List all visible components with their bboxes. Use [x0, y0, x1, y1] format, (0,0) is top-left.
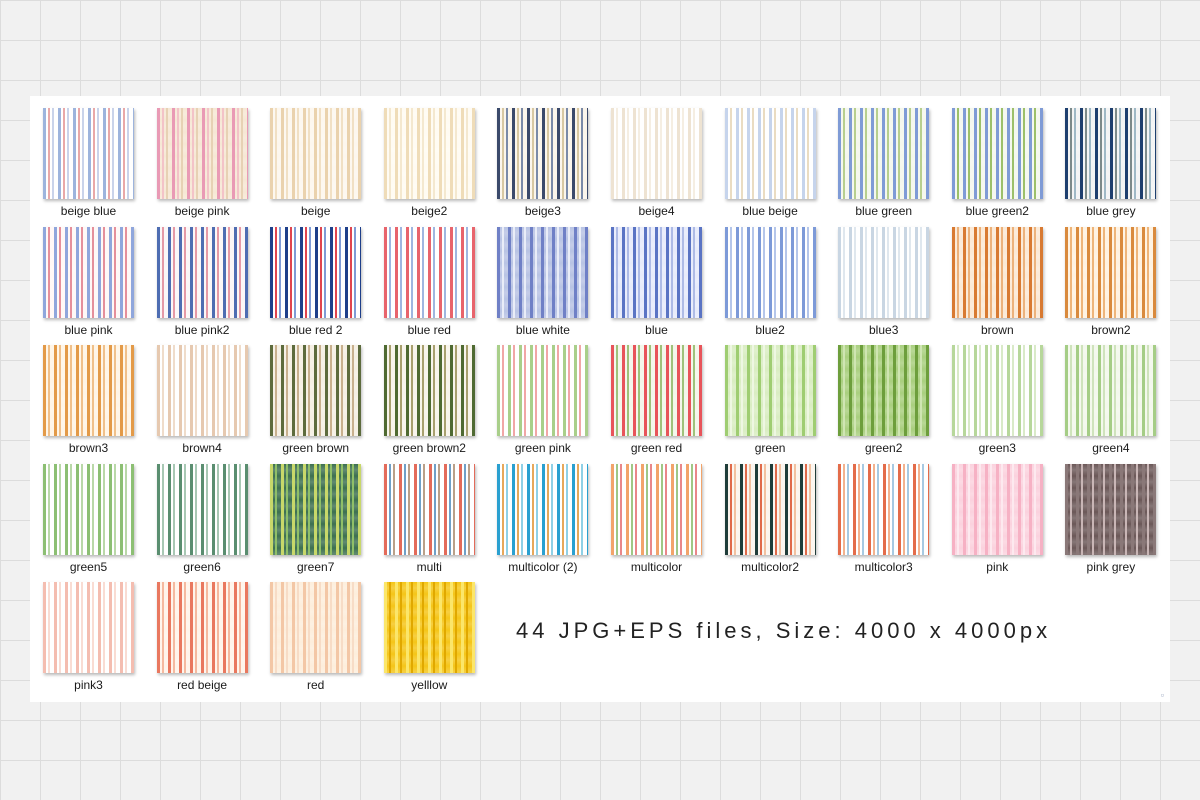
file-name-label: pink: [986, 559, 1009, 574]
file-name-label: beige pink: [174, 204, 230, 218]
file-name-label: green: [754, 441, 786, 455]
file-name-label: brown: [980, 322, 1014, 337]
pattern-thumbnail[interactable]: [724, 345, 816, 436]
pattern-thumbnail[interactable]: [1065, 108, 1157, 199]
file-name-label: blue red: [407, 322, 451, 337]
pattern-thumbnail[interactable]: [951, 463, 1043, 555]
pattern-thumbnail[interactable]: [270, 226, 362, 318]
pattern-thumbnail[interactable]: [43, 463, 134, 555]
pattern-thumbnail[interactable]: [383, 463, 475, 555]
pattern-thumbnail[interactable]: [951, 108, 1043, 199]
pattern-thumbnail[interactable]: [611, 108, 702, 199]
pattern-thumbnail[interactable]: [43, 582, 134, 673]
file-name-label: green7: [297, 559, 335, 574]
pattern-thumbnail[interactable]: [156, 345, 248, 436]
file-name-label: beige blue: [60, 204, 117, 218]
file-name-label: green5: [69, 559, 108, 574]
pattern-thumbnail[interactable]: [43, 345, 134, 436]
file-name-label: blue grey: [1086, 204, 1136, 218]
file-name-label: green brown2: [392, 441, 466, 455]
pattern-thumbnail[interactable]: [43, 108, 134, 199]
pattern-thumbnail[interactable]: [497, 108, 589, 199]
file-name-label: green brown: [282, 441, 350, 455]
file-name-label: green4: [1092, 441, 1130, 455]
file-name-label: yelllow: [411, 678, 448, 692]
file-name-label: blue white: [515, 322, 570, 337]
pattern-thumbnail[interactable]: [43, 226, 134, 318]
file-name-label: blue2: [755, 322, 785, 337]
pattern-thumbnail[interactable]: [270, 345, 362, 436]
pattern-thumbnail[interactable]: [497, 226, 589, 318]
file-name-label: blue green: [855, 204, 913, 218]
file-name-label: red beige: [177, 678, 228, 692]
file-name-label: beige2: [411, 204, 448, 218]
pattern-thumbnail[interactable]: [383, 582, 475, 673]
file-name-label: blue pink: [64, 322, 113, 337]
file-name-label: green6: [183, 559, 221, 574]
pattern-thumbnail[interactable]: [1065, 345, 1157, 436]
file-name-label: green3: [978, 441, 1016, 455]
pattern-thumbnail[interactable]: [156, 226, 248, 318]
file-name-label: green2: [865, 441, 903, 455]
pattern-thumbnail[interactable]: [270, 582, 362, 673]
file-browser-panel: 44 JPG+EPS files, Size: 4000 x 4000px ▫ …: [30, 96, 1170, 702]
file-name-label: blue pink2: [174, 322, 230, 337]
file-name-label: green pink: [514, 441, 571, 455]
pattern-thumbnail[interactable]: [383, 226, 475, 318]
pattern-thumbnail[interactable]: [497, 463, 589, 555]
file-name-label: pink grey: [1086, 559, 1136, 574]
file-name-label: brown3: [68, 441, 109, 455]
pattern-thumbnail[interactable]: [383, 345, 475, 436]
pattern-thumbnail[interactable]: [724, 226, 816, 318]
pattern-thumbnail[interactable]: [156, 463, 248, 555]
pattern-thumbnail[interactable]: [838, 108, 930, 199]
pattern-thumbnail[interactable]: [497, 345, 589, 436]
file-name-label: blue green2: [965, 204, 1029, 218]
pattern-thumbnail[interactable]: [1065, 226, 1157, 318]
pattern-thumbnail[interactable]: [270, 108, 362, 199]
pattern-thumbnail[interactable]: [951, 345, 1043, 436]
pattern-thumbnail[interactable]: [156, 108, 248, 199]
pattern-thumbnail[interactable]: [611, 226, 702, 318]
file-name-label: multi: [416, 559, 442, 574]
file-name-label: pink3: [74, 678, 103, 692]
pattern-thumbnail[interactable]: [156, 582, 248, 673]
pattern-thumbnail[interactable]: [724, 463, 816, 555]
pattern-thumbnail[interactable]: [951, 226, 1043, 318]
file-name-label: red: [307, 678, 325, 692]
file-name-label: blue3: [869, 322, 899, 337]
pattern-thumbnail[interactable]: [838, 226, 930, 318]
file-name-label: beige3: [524, 204, 561, 218]
pattern-thumbnail[interactable]: [383, 108, 475, 199]
file-name-label: beige: [301, 204, 331, 218]
file-name-label: multicolor2: [741, 559, 800, 574]
pattern-thumbnail[interactable]: [270, 463, 362, 555]
pattern-thumbnail[interactable]: [838, 345, 930, 436]
pattern-thumbnail[interactable]: [838, 463, 930, 555]
file-name-label: multicolor (2): [508, 559, 578, 574]
file-name-label: beige4: [638, 204, 675, 218]
file-name-label: blue red 2: [289, 322, 343, 337]
pattern-thumbnail[interactable]: [724, 108, 816, 199]
file-name-label: blue: [645, 322, 668, 337]
file-name-label: brown2: [1091, 322, 1131, 337]
pattern-thumbnail[interactable]: [1065, 463, 1157, 555]
pattern-thumbnail[interactable]: [611, 463, 702, 555]
file-name-label: green red: [630, 441, 683, 455]
file-name-label: multicolor3: [854, 559, 913, 574]
pattern-thumbnail[interactable]: [611, 345, 702, 436]
file-name-label: brown4: [182, 441, 222, 455]
file-name-label: blue beige: [742, 204, 798, 218]
resize-corner-icon: ▫: [1160, 690, 1164, 700]
file-name-label: multicolor: [630, 559, 683, 574]
files-caption: 44 JPG+EPS files, Size: 4000 x 4000px: [516, 618, 1052, 643]
